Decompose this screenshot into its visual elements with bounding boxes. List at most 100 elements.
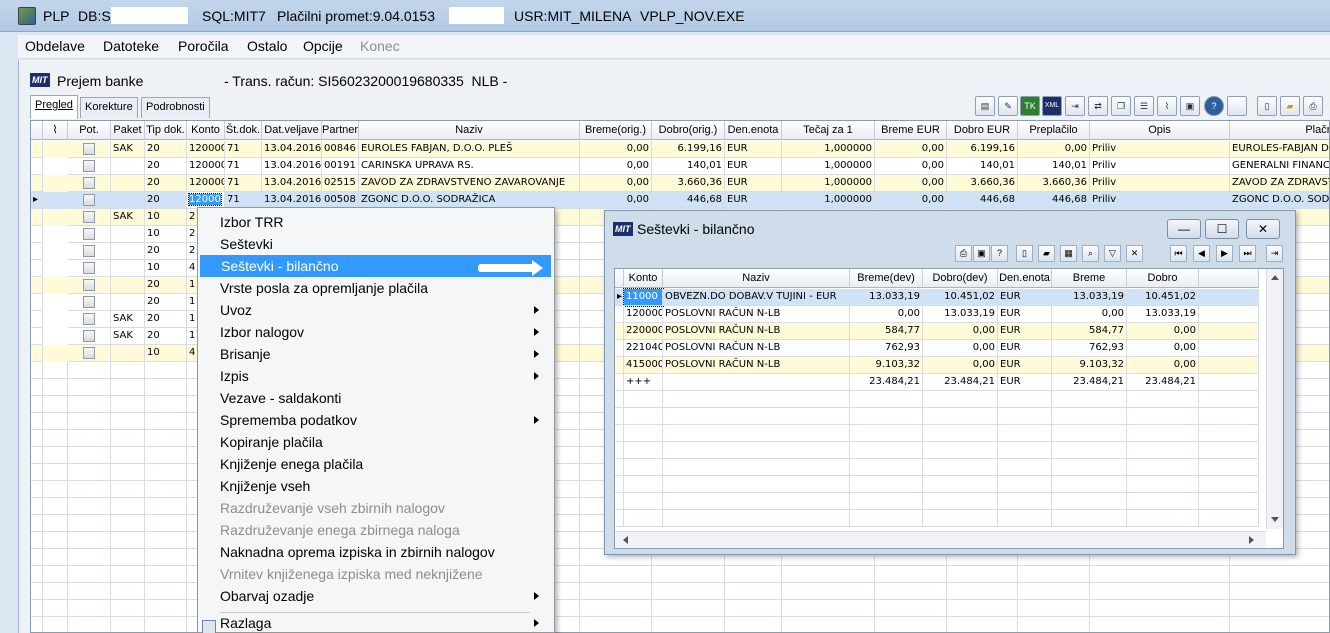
column-header[interactable]: Konto	[624, 269, 663, 288]
context-menu-item[interactable]: Razlaga	[199, 612, 553, 633]
horizontal-scrollbar[interactable]	[615, 531, 1266, 548]
pot-checkbox[interactable]	[83, 245, 95, 257]
column-header[interactable]: Preplačilo	[1018, 121, 1090, 140]
context-menu-item[interactable]: Uvoz	[199, 299, 553, 321]
menu-porocila[interactable]: Poročila	[178, 38, 229, 54]
tab-korekture[interactable]: Korekture	[80, 97, 138, 118]
exit-icon[interactable]: ⇥	[1266, 245, 1283, 262]
context-menu-item[interactable]: Izpis	[199, 365, 553, 387]
column-header[interactable]: Dobro(dev)	[923, 269, 998, 288]
prev-record-icon[interactable]: ◀	[1193, 245, 1210, 262]
context-menu-item[interactable]: Knjiženje enega plačila	[199, 453, 553, 475]
scroll-down-icon[interactable]	[1271, 517, 1279, 522]
context-menu-item[interactable]: Kopiranje plačila	[199, 431, 553, 453]
menu-obdelave[interactable]: Obdelave	[25, 38, 85, 54]
help-icon[interactable]: ?	[991, 245, 1008, 262]
context-menu-item[interactable]: Izbor nalogov	[199, 321, 553, 343]
help-icon[interactable]: ?	[1204, 96, 1224, 116]
printer-icon[interactable]: ⎙	[955, 245, 972, 262]
sestevki-grid[interactable]: Konto Naziv Breme(dev) Dobro(dev) Den.enota B…	[614, 268, 1284, 549]
context-menu-item[interactable]: Seštevki	[199, 233, 553, 255]
column-header[interactable]: Tečaj za 1	[782, 121, 875, 140]
export-icon[interactable]: ⇥	[1065, 96, 1085, 116]
search-icon[interactable]: ⌕	[1082, 245, 1099, 262]
open-icon[interactable]: ▰	[1280, 96, 1300, 116]
column-header[interactable]: Breme(orig.)	[580, 121, 652, 140]
list-icon[interactable]: ☰	[1134, 96, 1154, 116]
column-header[interactable]: Naziv	[663, 269, 850, 288]
context-menu-item[interactable]: Naknadna oprema izpiska in zbirnih nalog…	[199, 541, 553, 563]
minimize-button[interactable]: —	[1167, 219, 1201, 239]
pot-checkbox[interactable]	[83, 262, 95, 274]
column-header[interactable]: Breme(dev)	[850, 269, 923, 288]
context-menu-item[interactable]: Knjiženje vseh	[199, 475, 553, 497]
pot-checkbox[interactable]	[83, 143, 95, 155]
new-icon[interactable]: ▯	[1257, 96, 1277, 116]
first-record-icon[interactable]: ⏮	[1170, 245, 1187, 262]
pot-checkbox[interactable]	[83, 177, 95, 189]
column-header[interactable]: Dobro(orig.)	[652, 121, 725, 140]
menu-konec[interactable]: Konec	[360, 38, 400, 54]
scroll-up-icon[interactable]	[1271, 275, 1279, 280]
column-header[interactable]: Dat.veljave	[262, 121, 322, 140]
pot-checkbox[interactable]	[83, 296, 95, 308]
pot-checkbox[interactable]	[83, 211, 95, 223]
context-menu-item[interactable]: Vezave - saldakonti	[199, 387, 553, 409]
maximize-button[interactable]: ☐	[1205, 219, 1239, 239]
delete-icon[interactable]: ✕	[1126, 245, 1143, 262]
context-menu-item[interactable]: Izbor TRR	[199, 211, 553, 233]
context-menu-item[interactable]: Vrste posla za opremljanje plačila	[199, 277, 553, 299]
xml-icon[interactable]: XML	[1042, 96, 1062, 116]
pot-checkbox[interactable]	[83, 160, 95, 172]
next-record-icon[interactable]: ▶	[1216, 245, 1233, 262]
scroll-right-icon[interactable]	[1249, 536, 1254, 544]
column-header[interactable]: Pot.	[68, 121, 111, 140]
column-header[interactable]: Tip dok.	[145, 121, 187, 140]
context-menu-item[interactable]: Sprememba podatkov	[199, 409, 553, 431]
menu-opcije[interactable]: Opcije	[303, 38, 343, 54]
monitor-icon[interactable]: ▣	[1180, 96, 1200, 116]
tk-icon[interactable]: TK	[1020, 96, 1040, 116]
pot-checkbox[interactable]	[83, 347, 95, 359]
column-header[interactable]: Konto	[187, 121, 225, 140]
tab-podrobnosti[interactable]: Podrobnosti	[141, 97, 210, 118]
column-header[interactable]: Dobro	[1127, 269, 1199, 288]
last-record-icon[interactable]: ⏭	[1239, 245, 1256, 262]
vertical-scrollbar[interactable]	[1266, 269, 1283, 529]
pot-checkbox[interactable]	[83, 330, 95, 342]
column-header[interactable]: Št.dok.	[225, 121, 262, 140]
column-header[interactable]: Den.enota	[998, 269, 1052, 288]
copy-icon[interactable]: ❐	[1111, 96, 1131, 116]
context-menu-item[interactable]: Brisanje	[199, 343, 553, 365]
pot-checkbox[interactable]	[83, 279, 95, 291]
attachment-icon[interactable]: ⌇	[43, 121, 68, 140]
new-icon[interactable]: ▯	[1016, 245, 1033, 262]
print-icon[interactable]: ⎙	[1303, 96, 1323, 116]
blank-icon[interactable]	[1227, 96, 1247, 116]
document-icon[interactable]: ▤	[975, 96, 995, 116]
save-icon[interactable]: ▦	[1060, 245, 1077, 262]
konto-cell[interactable]: 11000	[623, 288, 664, 307]
transfer-icon[interactable]: ⇄	[1088, 96, 1108, 116]
filter-icon[interactable]: ▽	[1104, 245, 1121, 262]
pot-checkbox[interactable]	[83, 313, 95, 325]
folder-icon[interactable]: ▰	[1038, 245, 1055, 262]
context-menu-item[interactable]: Obarvaj ozadje	[199, 585, 553, 607]
column-header[interactable]: Opis	[1090, 121, 1230, 140]
konto-edit-field[interactable]: 12000	[188, 193, 222, 206]
monitor-icon[interactable]: ▣	[973, 245, 990, 262]
pot-checkbox[interactable]	[83, 194, 95, 206]
column-header[interactable]: Dobro EUR	[947, 121, 1018, 140]
column-header[interactable]: Partner	[322, 121, 359, 140]
column-header[interactable]: Den.enota	[725, 121, 782, 140]
column-header[interactable]: Plačnik/pr	[1230, 121, 1329, 140]
edit-icon[interactable]: ✎	[998, 96, 1018, 116]
menu-ostalo[interactable]: Ostalo	[247, 38, 287, 54]
tab-pregled[interactable]: Pregled	[30, 95, 78, 119]
menu-datoteke[interactable]: Datoteke	[103, 38, 159, 54]
column-header[interactable]: Naziv	[359, 121, 580, 140]
column-header[interactable]: Paket	[111, 121, 145, 140]
attach-icon[interactable]: ⌇	[1157, 96, 1177, 116]
pot-checkbox[interactable]	[83, 228, 95, 240]
close-button[interactable]: ✕	[1246, 219, 1280, 239]
